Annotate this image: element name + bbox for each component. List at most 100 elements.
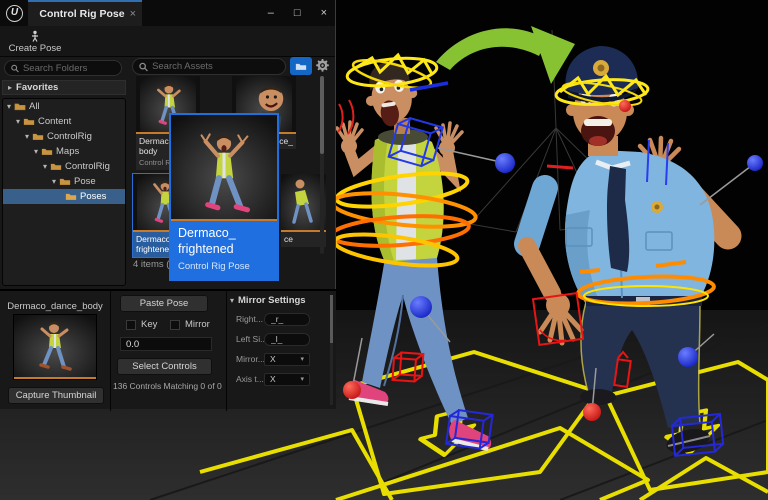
asset-type-stripe <box>171 219 277 221</box>
mirror-setting-row-right: Right... <box>236 312 310 326</box>
tree-item-label: ControlRig <box>65 161 110 172</box>
screenshot-root: U Control Rig Pose × – □ × Create Pose <box>0 0 768 500</box>
mirror-settings-label: Mirror Settings <box>238 295 306 306</box>
search-assets-box[interactable] <box>132 58 286 75</box>
close-icon[interactable]: × <box>321 8 327 19</box>
mirror-settings-scrollbar[interactable] <box>330 295 333 405</box>
folder-icon <box>65 192 77 201</box>
blue-sphere-gizmo[interactable] <box>747 155 763 171</box>
title-bar: U Control Rig Pose × – □ × <box>0 0 335 26</box>
chevron-down-icon[interactable]: ▾ <box>230 297 234 305</box>
mirror-setting-row-axis-to-flip: Axis t... X ▾ <box>236 372 310 386</box>
mirror-setting-row-mirror-axis: Mirror... X ▾ <box>236 352 310 366</box>
scrollbar-thumb[interactable] <box>320 76 324 154</box>
mirror-settings-header[interactable]: ▾ Mirror Settings <box>230 295 306 306</box>
tree-item-pose[interactable]: ▾ Pose <box>3 174 125 189</box>
tab-label: Control Rig Pose <box>39 8 124 20</box>
blue-sphere-gizmo[interactable] <box>495 153 515 173</box>
red-sphere-gizmo[interactable] <box>619 100 631 112</box>
search-icon <box>11 64 19 73</box>
unreal-logo-icon: U <box>6 5 23 22</box>
folder-tree: ▾ All ▾ Content ▾ ControlRig ▾ Maps ▾ Co… <box>2 98 126 286</box>
left-side-input[interactable] <box>264 333 310 346</box>
selected-pose-thumbnail <box>13 314 97 380</box>
red-sphere-gizmo[interactable] <box>343 381 361 399</box>
search-folders-input[interactable] <box>23 63 115 74</box>
folder-icon <box>295 62 307 71</box>
chevron-down-icon[interactable]: ▾ <box>43 163 47 171</box>
favorites-header[interactable]: ▸ Favorites <box>2 80 126 95</box>
tree-item-controlrig-2[interactable]: ▾ ControlRig <box>3 159 125 174</box>
folder-icon <box>59 177 71 186</box>
divider <box>226 291 227 411</box>
tab-close-icon[interactable]: × <box>130 8 136 20</box>
search-icon <box>139 62 148 72</box>
gear-icon <box>316 59 329 72</box>
setting-label: Axis t... <box>236 374 264 384</box>
tree-item-label: All <box>29 101 40 112</box>
chevron-down-icon[interactable]: ▾ <box>25 133 29 141</box>
maximize-icon[interactable]: □ <box>294 8 301 19</box>
setting-label: Left Si... <box>236 334 264 344</box>
tree-item-content[interactable]: ▾ Content <box>3 114 125 129</box>
folder-icon <box>41 147 53 156</box>
red-sphere-gizmo[interactable] <box>583 403 601 421</box>
preview-thumbnail <box>171 115 277 221</box>
dropdown-value: X <box>270 374 276 384</box>
blue-sphere-gizmo[interactable] <box>410 296 432 318</box>
divider <box>110 291 111 411</box>
axis-to-flip-dropdown[interactable]: X ▾ <box>264 373 310 386</box>
chevron-down-icon[interactable]: ▾ <box>16 118 20 126</box>
settings-button[interactable] <box>315 58 330 73</box>
search-folders-box[interactable] <box>4 60 122 76</box>
tree-item-label: ControlRig <box>47 131 92 142</box>
blue-sphere-gizmo[interactable] <box>678 347 698 367</box>
tree-item-label: Poses <box>80 191 106 202</box>
mirror-axis-dropdown[interactable]: X ▾ <box>264 353 310 366</box>
chevron-down-icon[interactable]: ▾ <box>7 103 11 111</box>
scrollbar-thumb[interactable] <box>330 295 333 343</box>
folder-icon <box>32 132 44 141</box>
asset-type-stripe <box>14 377 96 379</box>
mirror-checkbox[interactable] <box>170 320 180 330</box>
search-assets-input[interactable] <box>152 61 279 72</box>
tree-item-poses-selected[interactable]: Poses <box>3 189 125 204</box>
setting-label: Right... <box>236 314 264 324</box>
browse-folder-button[interactable] <box>290 57 312 75</box>
selected-pose-name: Dermaco_dance_body <box>0 301 110 312</box>
mirror-label: Mirror <box>185 319 210 330</box>
setting-label: Mirror... <box>236 354 264 364</box>
paste-pose-button[interactable]: Paste Pose <box>120 295 208 312</box>
folder-icon <box>14 102 26 111</box>
create-pose-button[interactable]: Create Pose <box>2 27 68 56</box>
tree-item-label: Maps <box>56 146 79 157</box>
tree-item-controlrig[interactable]: ▾ ControlRig <box>3 129 125 144</box>
control-rig-pose-window: U Control Rig Pose × – □ × Create Pose <box>0 0 336 409</box>
folder-icon <box>50 162 62 171</box>
tree-item-maps[interactable]: ▾ Maps <box>3 144 125 159</box>
mirror-setting-row-left: Left Si... <box>236 332 310 346</box>
tree-item-label: Pose <box>74 176 96 187</box>
chevron-down-icon: ▾ <box>300 375 304 383</box>
blend-value-input[interactable] <box>120 337 212 351</box>
folder-icon <box>23 117 35 126</box>
asset-preview-flyout: Dermaco_frightened Control Rig Pose <box>169 113 279 281</box>
capture-thumbnail-button[interactable]: Capture Thumbnail <box>8 387 104 404</box>
right-side-input[interactable] <box>264 313 310 326</box>
preview-tooltip: Dermaco_frightened Control Rig Pose <box>171 221 277 279</box>
chevron-right-icon[interactable]: ▸ <box>8 84 12 92</box>
favorites-label: Favorites <box>16 82 58 93</box>
tree-item-label: Content <box>38 116 71 127</box>
key-label: Key <box>141 319 157 330</box>
dropdown-value: X <box>270 354 276 364</box>
pose-tools-pane: Dermaco_dance_body Capture Thumbnail Pas… <box>0 289 336 409</box>
tree-item-all[interactable]: ▾ All <box>3 99 125 114</box>
asset-grid-scrollbar[interactable] <box>320 76 324 254</box>
key-checkbox[interactable] <box>126 320 136 330</box>
chevron-down-icon[interactable]: ▾ <box>52 178 56 186</box>
select-controls-button[interactable]: Select Controls <box>117 358 212 375</box>
minimize-icon[interactable]: – <box>268 8 274 19</box>
tab-control-rig-pose[interactable]: Control Rig Pose × <box>28 0 142 26</box>
chevron-down-icon[interactable]: ▾ <box>34 148 38 156</box>
controls-matching-status: 136 Controls Matching 0 of 0 <box>113 381 235 391</box>
